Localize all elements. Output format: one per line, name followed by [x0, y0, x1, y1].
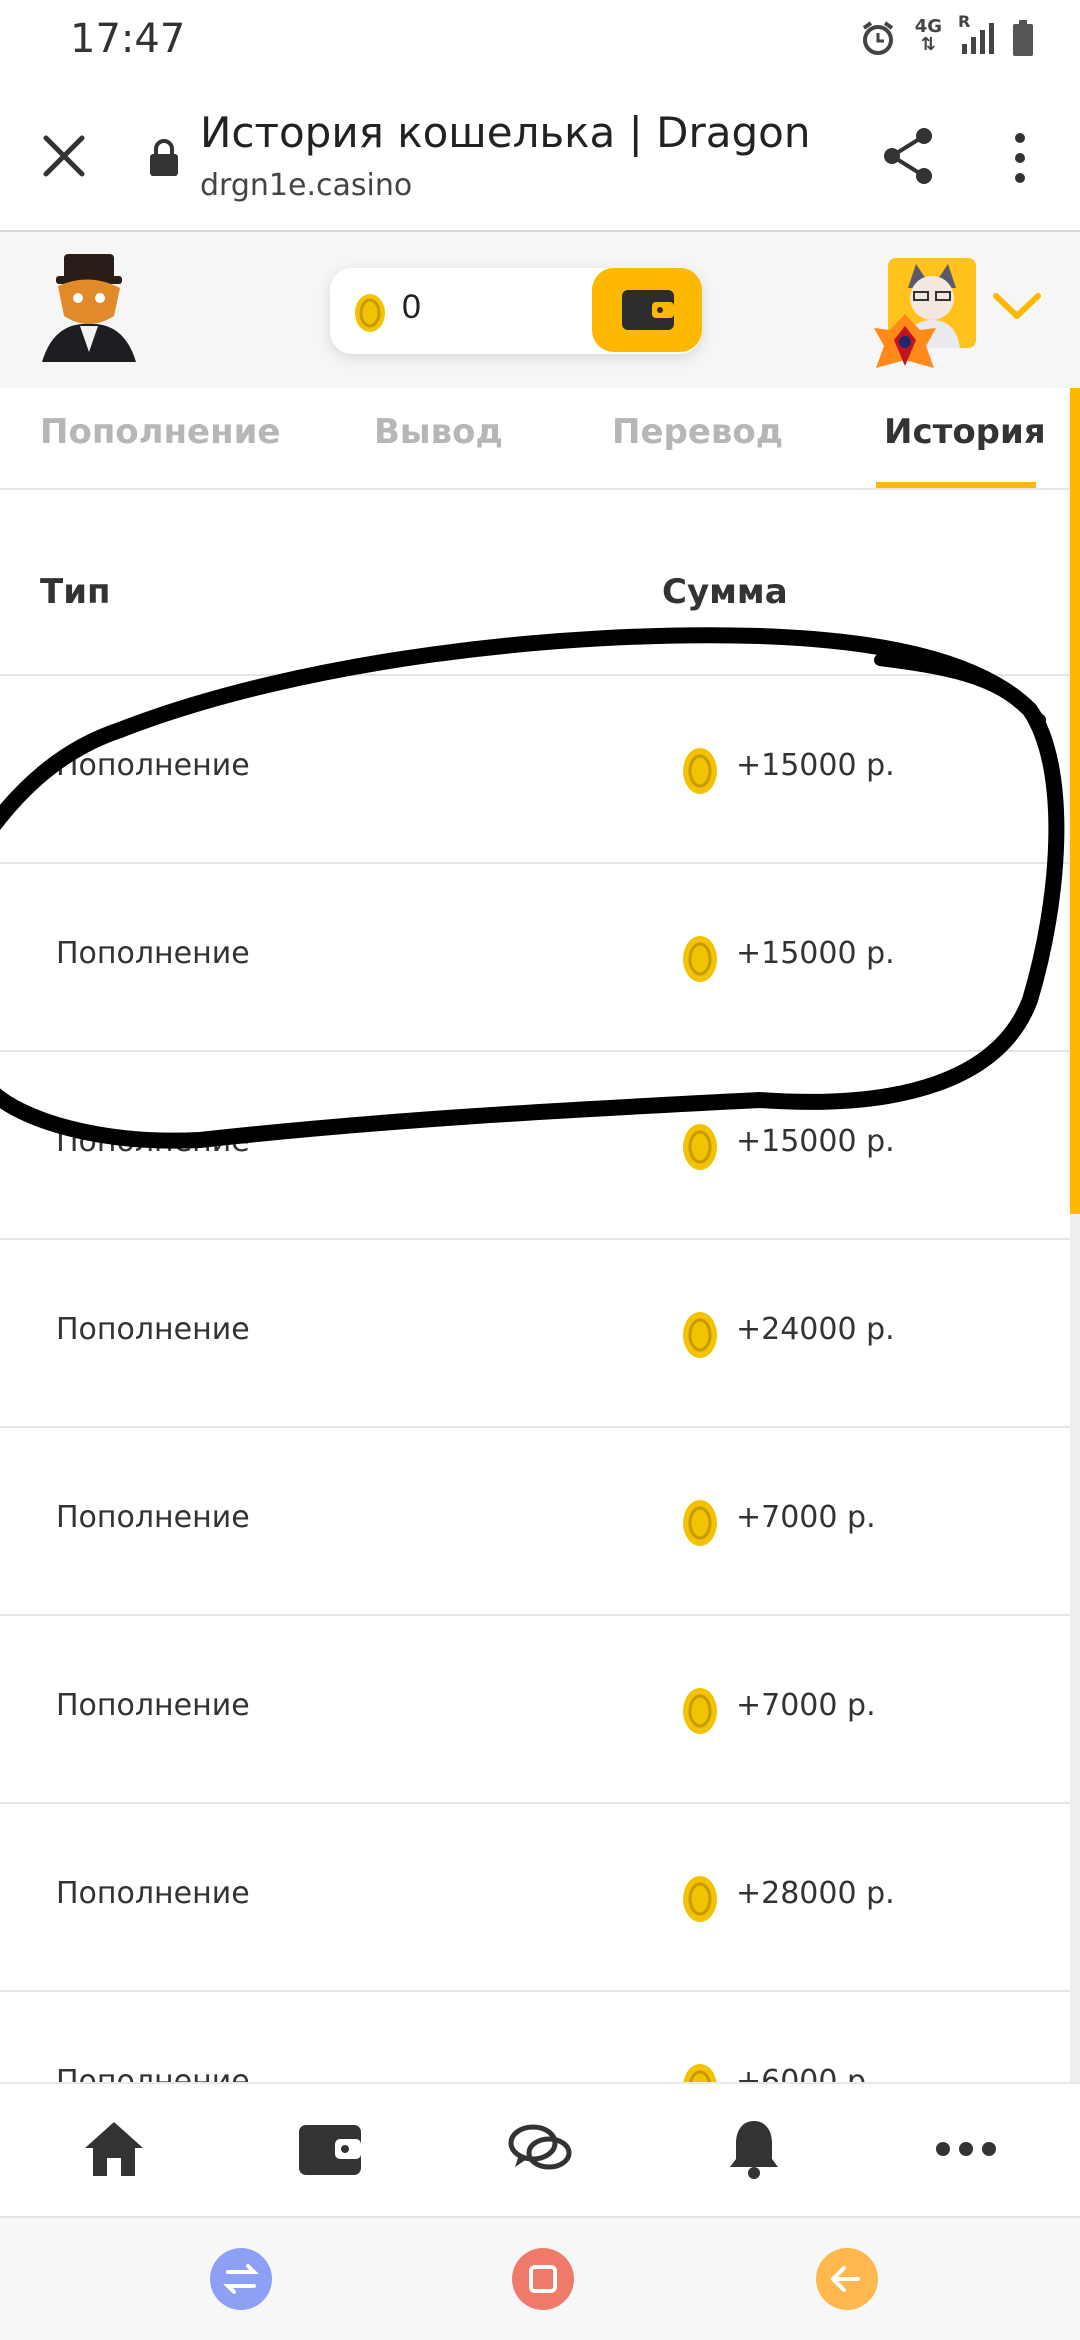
rank-badge-icon — [870, 310, 940, 380]
history-table: Пополнение +15000 р. Пополнение +15000 р… — [0, 676, 1070, 2082]
alarm-icon — [859, 18, 897, 58]
signal-label: R — [958, 12, 971, 31]
more-vert-icon[interactable] — [1004, 130, 1036, 186]
tab-transfer[interactable]: Перевод — [612, 412, 783, 452]
system-navigation-bar — [0, 2216, 1080, 2340]
transaction-type: Пополнение — [56, 936, 250, 971]
table-row: Пополнение +15000 р. — [0, 676, 1070, 864]
chat-icon[interactable] — [500, 2114, 580, 2184]
back-icon[interactable] — [816, 2248, 878, 2310]
bottom-navigation — [0, 2082, 1080, 2216]
table-row: Пополнение +15000 р. — [0, 864, 1070, 1052]
status-icons: 4G ⇅ R — [859, 12, 1034, 58]
dragon-mascot-logo[interactable] — [34, 252, 144, 372]
wallet-icon[interactable] — [290, 2114, 370, 2184]
coin-icon — [683, 1876, 717, 1922]
coin-icon — [683, 1688, 717, 1734]
transaction-type: Пополнение — [56, 748, 250, 783]
tab-deposit[interactable]: Пополнение — [40, 412, 281, 452]
transaction-type: Пополнение — [56, 1124, 250, 1159]
site-header: 0 — [0, 232, 1080, 388]
tab-withdraw[interactable]: Вывод — [374, 412, 503, 452]
table-row: Пополнение +7000 р. — [0, 1428, 1070, 1616]
transaction-type: Пополнение — [56, 1688, 250, 1723]
column-header-amount: Сумма — [662, 572, 788, 612]
wallet-icon — [622, 290, 674, 330]
browser-toolbar: История кошелька | Dragon M... drgn1e.ca… — [0, 84, 1080, 232]
coin-icon — [683, 1124, 717, 1170]
lock-icon — [148, 138, 180, 178]
chevron-down-icon[interactable] — [990, 288, 1044, 324]
coin-icon — [683, 936, 717, 982]
signal-icon: R — [958, 12, 994, 58]
status-time: 17:47 — [70, 16, 186, 62]
coin-icon — [683, 1500, 717, 1546]
data-arrows-icon: ⇅ — [920, 34, 936, 55]
share-icon[interactable] — [880, 126, 936, 186]
transaction-type: Пополнение — [56, 2064, 250, 2082]
home-button-icon[interactable] — [512, 2248, 574, 2310]
table-row: Пополнение +6000 р. — [0, 1992, 1070, 2082]
active-tab-indicator — [876, 482, 1036, 488]
transaction-type: Пополнение — [56, 1312, 250, 1347]
page-title: История кошелька | Dragon M... — [200, 108, 820, 157]
network-type-icon: 4G ⇅ — [915, 18, 942, 58]
transaction-amount: +7000 р. — [736, 1500, 876, 1535]
balance-widget: 0 — [330, 268, 702, 354]
battery-icon — [1012, 18, 1034, 58]
status-bar: 17:47 4G ⇅ R — [0, 0, 1080, 84]
home-icon[interactable] — [74, 2114, 154, 2184]
transaction-amount: +15000 р. — [736, 748, 895, 783]
transaction-type: Пополнение — [56, 1876, 250, 1911]
table-row: Пополнение +7000 р. — [0, 1616, 1070, 1804]
close-icon[interactable] — [40, 132, 88, 180]
scrollbar-thumb[interactable] — [1070, 388, 1080, 1214]
table-row: Пополнение +24000 р. — [0, 1240, 1070, 1428]
transaction-type: Пополнение — [56, 1500, 250, 1535]
coin-icon — [683, 2064, 717, 2082]
transaction-amount: +6000 р. — [736, 2064, 876, 2082]
page-url[interactable]: drgn1e.casino — [200, 168, 412, 203]
recents-icon[interactable] — [210, 2248, 272, 2310]
table-row: Пополнение +15000 р. — [0, 1052, 1070, 1240]
tab-history[interactable]: История — [884, 412, 1046, 452]
transaction-amount: +28000 р. — [736, 1876, 895, 1911]
bell-icon[interactable] — [714, 2114, 794, 2184]
transaction-amount: +15000 р. — [736, 1124, 895, 1159]
transaction-amount: +15000 р. — [736, 936, 895, 971]
more-icon[interactable] — [926, 2114, 1006, 2184]
balance-value: 0 — [402, 288, 421, 326]
table-row: Пополнение +28000 р. — [0, 1804, 1070, 1992]
coin-icon — [683, 748, 717, 794]
column-header-type: Тип — [40, 572, 111, 612]
wallet-tabs: Пополнение Вывод Перевод История — [0, 388, 1070, 490]
table-header: Тип Сумма — [0, 520, 1070, 676]
transaction-amount: +24000 р. — [736, 1312, 895, 1347]
coin-icon — [683, 1312, 717, 1358]
transaction-amount: +7000 р. — [736, 1688, 876, 1723]
coin-icon — [355, 294, 385, 332]
wallet-button[interactable] — [592, 268, 702, 352]
